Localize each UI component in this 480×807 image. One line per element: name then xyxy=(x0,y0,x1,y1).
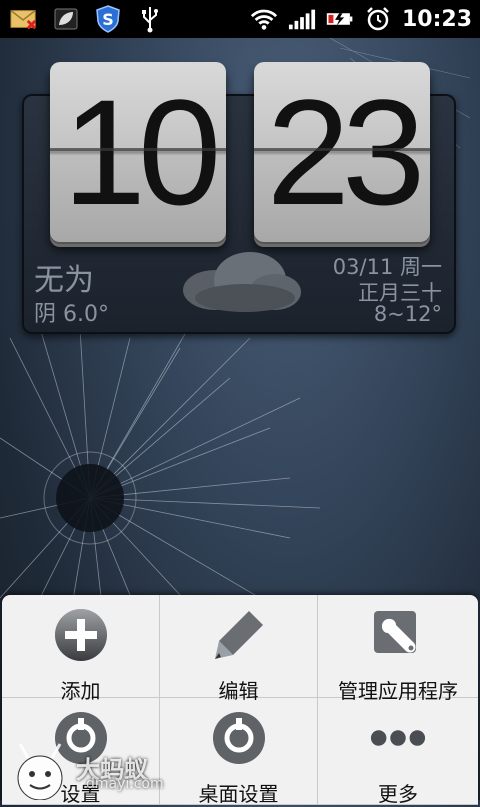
menu-item-label: 更多 xyxy=(378,782,418,806)
more-icon xyxy=(369,710,427,766)
alarm-icon xyxy=(364,6,392,32)
leaf-icon xyxy=(52,6,80,32)
shield-s-icon: S xyxy=(94,5,122,33)
add-icon xyxy=(52,607,110,663)
menu-item-label: 桌面设置 xyxy=(198,782,279,806)
usb-icon xyxy=(136,6,164,33)
clock-minute: 23 xyxy=(254,62,430,242)
svg-text:S: S xyxy=(102,10,114,29)
weather-condition: 阴 6.0° xyxy=(34,302,109,327)
menu-item-add[interactable]: 添加 xyxy=(2,595,160,703)
clock-hour: 10 xyxy=(50,62,226,242)
wrench-icon xyxy=(369,607,427,663)
menu-item-manage-apps[interactable]: 管理应用程序 xyxy=(318,595,478,703)
menu-item-edit[interactable]: 编辑 xyxy=(160,595,318,703)
status-bar[interactable]: S 10:23 xyxy=(0,0,480,38)
battery-charging-icon xyxy=(326,6,354,32)
menu-item-more[interactable]: 更多 xyxy=(318,698,478,806)
cloud-icon xyxy=(183,252,301,312)
email-error-icon xyxy=(10,6,38,32)
status-time: 10:23 xyxy=(401,6,472,32)
watermark-url: dmayi.com xyxy=(86,776,164,792)
pencil-icon xyxy=(210,607,268,663)
system-icons: 10:23 xyxy=(250,6,480,32)
menu-item-desktop-settings[interactable]: 桌面设置 xyxy=(160,698,318,806)
temperature-range: 8~12° xyxy=(373,302,442,326)
signal-icon xyxy=(288,6,316,32)
notification-icons: S xyxy=(0,5,164,33)
wifi-icon xyxy=(250,6,278,32)
desktop-settings-icon xyxy=(210,710,268,766)
weather-city: 无为 xyxy=(34,263,94,298)
options-menu: 添加 编辑 管理应用程序 设置 桌面设置 更多 xyxy=(2,595,478,806)
